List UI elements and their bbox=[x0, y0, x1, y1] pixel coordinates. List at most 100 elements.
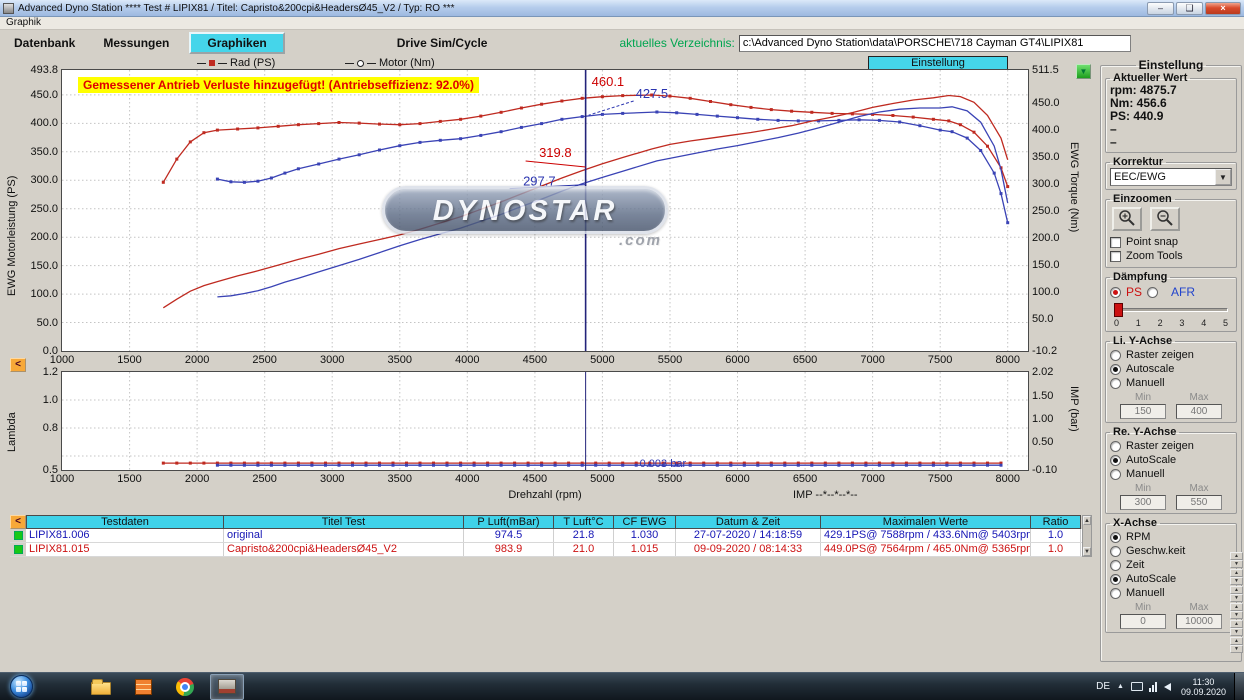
column-header[interactable]: P Luft(mBar) bbox=[464, 515, 554, 529]
spin-down-button[interactable]: ▼ bbox=[1230, 594, 1243, 602]
messungen-button[interactable]: Messungen bbox=[89, 36, 183, 50]
li-autoscale-radio[interactable] bbox=[1110, 363, 1121, 375]
data-marker bbox=[958, 463, 962, 467]
x-autoscale-radio[interactable] bbox=[1110, 573, 1121, 585]
column-header[interactable]: Datum & Zeit bbox=[676, 515, 821, 529]
axis-tick-label: 4000 bbox=[455, 473, 480, 485]
panel-toggle-button[interactable]: ▼ bbox=[1076, 64, 1091, 79]
x-geschw-radio[interactable] bbox=[1110, 545, 1121, 557]
re-autoscale-radio[interactable] bbox=[1110, 454, 1121, 466]
x-min-field[interactable] bbox=[1120, 614, 1166, 629]
volume-tray-icon[interactable] bbox=[1163, 682, 1171, 691]
table-row[interactable]: LIPIX81.006 original 974.5 21.8 1.030 27-07-2… bbox=[10, 529, 1092, 543]
drive-sim-button[interactable]: Drive Sim/Cycle bbox=[383, 36, 502, 50]
ps-radio[interactable] bbox=[1110, 286, 1121, 298]
menu-graphik[interactable]: Graphik bbox=[6, 17, 41, 28]
column-header[interactable]: Testdaten bbox=[26, 515, 224, 529]
x-zeit-radio[interactable] bbox=[1110, 559, 1121, 571]
damping-slider[interactable] bbox=[1114, 302, 1228, 318]
lambda-imp-chart[interactable]: 0.003 bar bbox=[61, 371, 1029, 471]
li-raster-radio[interactable] bbox=[1110, 349, 1121, 361]
hidden-icons-button[interactable]: ▲ bbox=[1117, 683, 1124, 690]
graphiken-button[interactable]: Graphiken bbox=[189, 32, 285, 54]
li-min-field[interactable] bbox=[1120, 404, 1166, 419]
axis-tick-label: 400.0 bbox=[30, 117, 58, 130]
slider-track[interactable] bbox=[1114, 308, 1228, 312]
re-max-field[interactable] bbox=[1176, 495, 1222, 510]
lambda-chart-canvas[interactable]: 0.003 bar bbox=[62, 372, 1028, 470]
data-marker bbox=[898, 120, 902, 124]
data-marker bbox=[965, 136, 969, 140]
spin-down-button[interactable]: ▼ bbox=[1230, 611, 1243, 619]
spinner-control: ▲ ▼ bbox=[1230, 569, 1243, 585]
x-rpm-radio[interactable] bbox=[1110, 531, 1121, 543]
taskbar-item-chrome[interactable] bbox=[168, 674, 202, 700]
li-manuell-radio[interactable] bbox=[1110, 377, 1121, 389]
li-manuell-label: Manuell bbox=[1126, 377, 1165, 389]
axis-tick-label: 4500 bbox=[522, 354, 548, 366]
data-marker bbox=[823, 463, 827, 467]
spin-up-button[interactable]: ▲ bbox=[1230, 637, 1243, 645]
spin-up-button[interactable]: ▲ bbox=[1230, 569, 1243, 577]
spin-down-button[interactable]: ▼ bbox=[1230, 560, 1243, 568]
scroll-down-button[interactable]: ▼ bbox=[1083, 547, 1091, 556]
data-marker bbox=[202, 461, 206, 465]
taskbar-item-folder[interactable] bbox=[84, 674, 118, 700]
zoom-tools-checkbox[interactable] bbox=[1110, 250, 1121, 262]
spin-down-button[interactable]: ▼ bbox=[1230, 628, 1243, 636]
korrektur-select[interactable]: EEC/EWG ▼ bbox=[1110, 168, 1232, 186]
column-header[interactable]: T Luft°C bbox=[554, 515, 614, 529]
minimize-button[interactable]: – bbox=[1147, 1, 1174, 15]
x-manuell-radio[interactable] bbox=[1110, 587, 1121, 599]
table-row[interactable]: LIPIX81.015 Capristo&200cpi&HeadersØ45_V2… bbox=[10, 543, 1092, 557]
li-min-label: Min bbox=[1134, 392, 1152, 403]
data-marker bbox=[918, 463, 922, 467]
column-header[interactable]: Ratio bbox=[1031, 515, 1081, 529]
table-scrollbar[interactable]: ▲ ▼ bbox=[1082, 515, 1092, 557]
afr-radio[interactable] bbox=[1147, 286, 1159, 298]
re-manuell-radio[interactable] bbox=[1110, 468, 1121, 480]
start-button[interactable] bbox=[4, 673, 38, 700]
li-max-field[interactable] bbox=[1176, 404, 1222, 419]
spin-up-button[interactable]: ▲ bbox=[1230, 620, 1243, 628]
data-marker bbox=[600, 95, 604, 99]
zoom-out-button[interactable] bbox=[1150, 207, 1180, 231]
titlebar[interactable]: Advanced Dyno Station **** Test # LIPIX8… bbox=[0, 0, 1244, 17]
x-max-field[interactable] bbox=[1176, 614, 1222, 629]
row-marker[interactable] bbox=[10, 529, 26, 542]
data-marker bbox=[445, 463, 449, 467]
data-marker bbox=[769, 463, 773, 467]
taskbar-item-dyno-active[interactable] bbox=[210, 673, 244, 700]
collapse-lambda-button[interactable]: < bbox=[10, 358, 26, 372]
datenbank-button[interactable]: Datenbank bbox=[0, 36, 89, 50]
zoom-in-button[interactable] bbox=[1112, 207, 1142, 231]
column-header[interactable]: Titel Test bbox=[224, 515, 464, 529]
network-tray-icon[interactable] bbox=[1148, 681, 1158, 692]
re-min-field[interactable] bbox=[1120, 495, 1166, 510]
axis-tick-label: -0.10 bbox=[1032, 464, 1058, 476]
row-marker[interactable] bbox=[10, 543, 26, 556]
show-desktop-button[interactable] bbox=[1234, 672, 1244, 700]
spin-down-button[interactable]: ▼ bbox=[1230, 645, 1243, 653]
column-header[interactable]: Maximalen Werte bbox=[821, 515, 1031, 529]
language-indicator[interactable]: DE bbox=[1096, 681, 1110, 692]
clock[interactable]: 11:30 09.09.2020 bbox=[1181, 677, 1226, 697]
close-button[interactable]: × bbox=[1205, 1, 1241, 15]
axis-tick-label: 7500 bbox=[927, 354, 953, 366]
scroll-up-button[interactable]: ▲ bbox=[1083, 516, 1091, 525]
slider-thumb[interactable] bbox=[1114, 303, 1123, 317]
spin-up-button[interactable]: ▲ bbox=[1230, 603, 1243, 611]
directory-path-field[interactable] bbox=[738, 34, 1131, 52]
axis-tick-label: 1.0 bbox=[42, 394, 58, 406]
taskbar-item-spreadsheet[interactable] bbox=[126, 674, 160, 700]
column-header[interactable]: CF EWG bbox=[614, 515, 676, 529]
x-autoscale-label: AutoScale bbox=[1126, 573, 1177, 585]
display-tray-icon[interactable] bbox=[1130, 682, 1143, 691]
maximize-button[interactable]: ❑ bbox=[1176, 1, 1203, 15]
spin-up-button[interactable]: ▲ bbox=[1230, 586, 1243, 594]
point-snap-checkbox[interactable] bbox=[1110, 236, 1121, 248]
re-raster-radio[interactable] bbox=[1110, 440, 1121, 452]
korrektur-title: Korrektur bbox=[1113, 156, 1164, 168]
spin-up-button[interactable]: ▲ bbox=[1230, 552, 1243, 560]
spin-down-button[interactable]: ▼ bbox=[1230, 577, 1243, 585]
